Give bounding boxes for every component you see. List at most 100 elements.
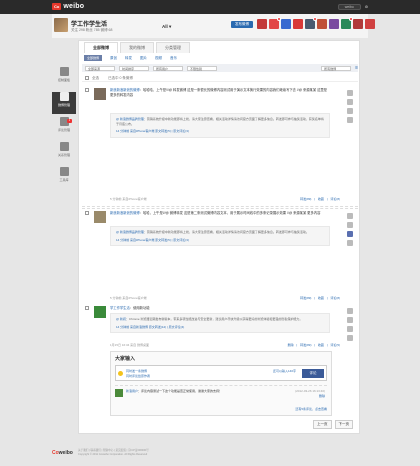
post-side-actions [347,308,355,341]
delete-icon[interactable] [347,90,353,96]
quote-meta[interactable]: 14 分钟前 来自iPhone客户端 原文转发(5) | 原文评论(3) [116,238,324,243]
footer: Coweibo 关于我们 | 联系我们 | 帮助中心 | 意见反馈 | 京ICP… [52,446,368,460]
tag-icon[interactable] [347,326,353,332]
filter-video[interactable]: 视频 [155,56,162,61]
quote-author[interactable]: @ 新浪微博品牌管理 [116,230,144,234]
gender-select[interactable]: 不限性别 [187,65,217,71]
post-actions[interactable]: 转发(89) | 收藏 | 评论(8) [300,197,340,201]
comment-avatar[interactable] [115,389,123,397]
tab-category[interactable]: 分类管理 [156,42,190,53]
type-select[interactable]: 所有微博 [321,65,352,71]
post-author[interactable]: 新浪新浪新浪的微博 [110,88,140,92]
post-author[interactable]: 新浪新浪新浪的微博 [110,211,140,215]
leftnav-label: 工具库 [59,178,69,182]
relation-icon [59,142,69,151]
app-icon[interactable] [281,19,291,29]
post-weibo-button[interactable]: 发布微博 [231,21,253,28]
settings-icon[interactable]: ⚙ [365,5,368,9]
app-icon[interactable] [329,19,339,29]
avatar[interactable] [54,18,68,32]
quote-author[interactable]: @ 新闻 [116,317,126,321]
top-bar: Co weibo weibo ⚙ [0,0,420,14]
post-avatar[interactable] [94,211,106,223]
quoted-post: @ 新浪微博品牌管理：营销系统升级中新功能即将上线，请大家注意查看，相关活动详情… [110,226,330,246]
left-nav: 控制面板微博管理评论管理 1 关系管理工具库 [52,64,76,191]
weibo-manage-icon [59,92,69,101]
more-comments-link[interactable]: 还有5条评论，点击查看 [111,405,331,415]
post-author[interactable]: 学工作学生活 [110,306,130,310]
cart-icon[interactable] [347,240,353,246]
post-checkbox[interactable] [85,88,89,92]
delete-icon[interactable] [347,308,353,314]
tag-icon[interactable] [347,231,353,237]
logo[interactable]: Co weibo [52,3,84,10]
doc-icon[interactable] [347,317,353,323]
leftnav-item[interactable]: 工具库 [52,167,76,189]
post-avatar[interactable] [94,306,106,318]
delete-icon[interactable] [347,213,353,219]
app-icon[interactable] [317,19,327,29]
also-comment-option[interactable]: 同时评论给原作者 [126,374,150,378]
quoted-post: @ 新浪微博品牌管理：营销系统升级中新功能即将上线，请大家注意查看，相关活动详情… [110,113,330,138]
leftnav-item[interactable]: 微博管理 [52,92,76,114]
filter-repost[interactable]: 转发 [125,56,132,61]
select-all-checkbox[interactable] [85,76,89,80]
also-post-option[interactable]: 同时发一条微博 [126,369,147,373]
tag-icon[interactable] [347,108,353,114]
doc-icon[interactable] [347,222,353,228]
select-row: 全选 已选中 0 条微博 [82,75,358,82]
post-actions[interactable]: 转发(89) | 收藏 | 评论(8) [300,296,340,300]
selected-count: 已选中 0 条微博 [108,75,133,80]
expand-icon[interactable]: ≡ [355,65,358,71]
cart-icon[interactable] [347,117,353,123]
username[interactable]: 学工作学生活 [71,19,107,28]
comment-delete[interactable]: 删除 [319,394,325,398]
post-avatar[interactable] [94,88,106,100]
filter-all-dropdown[interactable]: All ▾ [162,24,171,30]
leftnav-item[interactable]: 评论管理 1 [52,117,76,139]
post-actions[interactable]: 删除 | 转发(89) | 收藏 | 评论(5) [288,343,340,347]
tab-all[interactable]: 全部微博 [84,42,118,53]
filter-bar: 全部微博 原创 转发 图片 视频 音乐 [82,54,358,62]
post-text: 学工作学生活：使用新功能 [110,306,150,310]
leftnav-label: 关系管理 [57,153,70,157]
filter-chip-all[interactable]: 全部微博 [84,55,103,61]
app-icon[interactable] [305,17,317,29]
filter-original[interactable]: 原创 [110,56,117,61]
sort-select[interactable]: 时间排序 [119,65,149,71]
source-select[interactable]: 全部来源 [85,65,115,71]
leftnav-label: 控制面板 [57,78,70,82]
app-icon[interactable] [365,19,375,29]
doc-icon[interactable] [347,99,353,105]
post-item: 新浪新浪新浪的微博：哈哈，上午是!//@ 微博转发 这是第二条测试微博内容文本，… [82,208,358,300]
app-icon[interactable] [257,19,267,29]
leftnav-label: 微博管理 [57,103,70,107]
footer-logo[interactable]: Coweibo [52,450,73,456]
dropdown-bar: 全部来源 时间排序 所有用户 不限性别 所有微博 ≡ [82,64,358,72]
comment-submit-button[interactable]: 评论 [302,369,324,378]
post-checkbox[interactable] [85,306,89,310]
user-select[interactable]: 所有用户 [153,65,183,71]
filter-image[interactable]: 图片 [140,56,147,61]
next-page-button[interactable]: 下一页 [334,420,353,429]
tab-mine[interactable]: 我的微博 [120,42,154,53]
app-icon[interactable] [269,17,281,29]
post-text: 新浪新浪新浪的微博：哈哈哈，上午是!//@ 转发微博 这是一条很长的微博内容测试… [110,88,327,97]
app-icon[interactable] [293,19,303,29]
main-panel: 全部微博 我的微博 分类管理 全部微博 原创 转发 图片 视频 音乐 全部来源 … [78,40,360,434]
prev-page-button[interactable]: 上一页 [313,420,332,429]
user-menu[interactable]: weibo [337,4,361,10]
filter-music[interactable]: 音乐 [170,56,177,61]
post-checkbox[interactable] [85,211,89,215]
leftnav-item[interactable]: 关系管理 [52,142,76,164]
quote-meta[interactable]: 14 分钟前 来自新浪微博 原文转发(12) | 原文评论(4) [116,325,324,330]
cart-icon[interactable] [347,335,353,341]
dashboard-icon [59,67,69,76]
leftnav-item[interactable]: 控制面板 [52,67,76,89]
comment-input[interactable]: 同时发一条微博 同时评论给原作者 还可以输入140字 评论 [115,365,327,381]
quote-meta[interactable]: 14 分钟前 来自iPhone客户端 原文转发(5) | 原文评论(3) [116,129,324,134]
app-icon[interactable] [341,17,353,29]
smiley-icon[interactable] [118,371,123,376]
quote-author[interactable]: @ 新浪微博品牌管理 [116,117,144,121]
app-icon[interactable] [353,19,363,29]
